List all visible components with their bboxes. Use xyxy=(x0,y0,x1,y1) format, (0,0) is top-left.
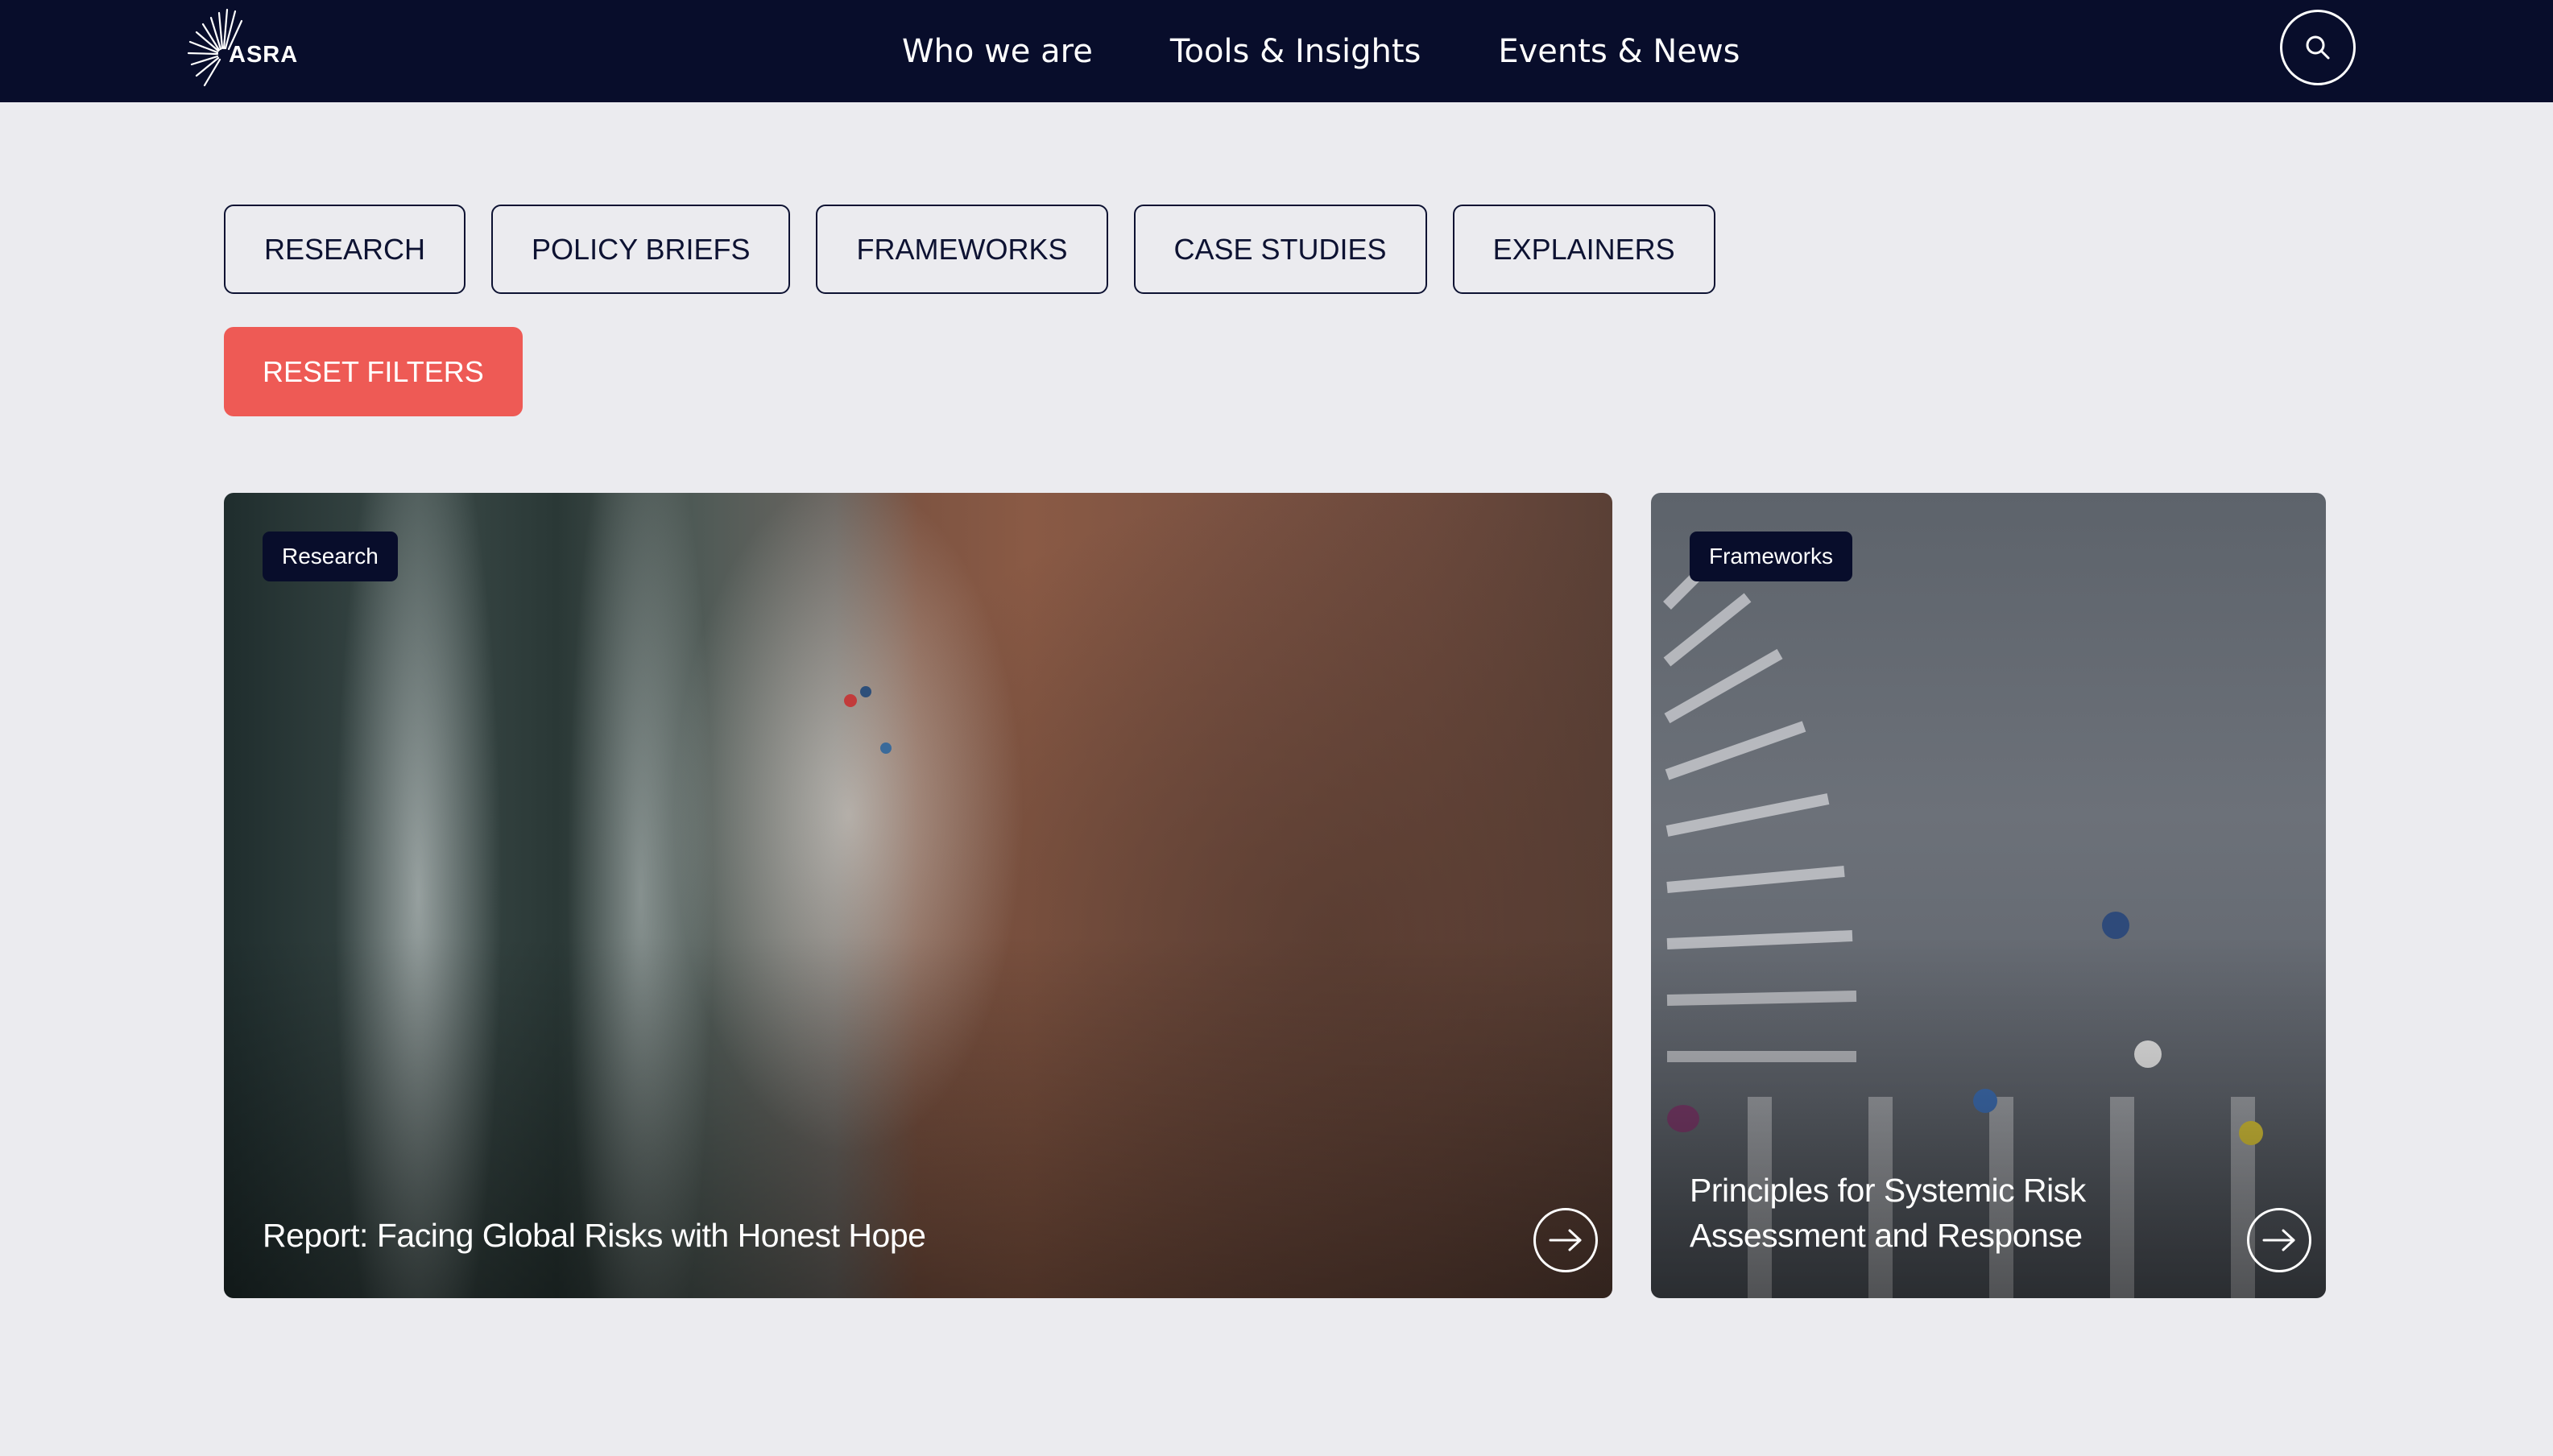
filter-case-studies-button[interactable]: CASE STUDIES xyxy=(1133,205,1427,294)
filter-explainers-button[interactable]: EXPLAINERS xyxy=(1452,205,1715,294)
arrow-right-icon xyxy=(1549,1229,1582,1251)
category-badge: Frameworks xyxy=(1690,532,1853,581)
nav-who-we-are[interactable]: Who we are xyxy=(902,33,1093,70)
category-badge: Research xyxy=(263,532,398,581)
card-title[interactable]: Principles for Systemic Risk Assessment … xyxy=(1690,1168,2141,1258)
card-research[interactable]: Research Report: Facing Global Risks wit… xyxy=(224,493,1612,1298)
search-button[interactable] xyxy=(2280,10,2356,85)
filter-frameworks-button[interactable]: FRAMEWORKS xyxy=(816,205,1108,294)
reset-filters-button[interactable]: RESET FILTERS xyxy=(224,327,523,416)
main-nav: Who we are Tools & Insights Events & New… xyxy=(902,0,1740,102)
card-shade xyxy=(224,493,1612,1298)
arrow-right-icon xyxy=(2262,1229,2295,1251)
logo-text: ASRA xyxy=(229,42,299,68)
asra-logo[interactable]: ASRA xyxy=(187,6,300,95)
card-title[interactable]: Report: Facing Global Risks with Honest … xyxy=(263,1213,1390,1258)
site-header: ASRA Who we are Tools & Insights Events … xyxy=(0,0,2553,102)
filter-research-button[interactable]: RESEARCH xyxy=(224,205,466,294)
filter-policy-briefs-button[interactable]: POLICY BRIEFS xyxy=(491,205,791,294)
card-arrow-button[interactable] xyxy=(2247,1208,2311,1272)
card-frameworks[interactable]: Frameworks Principles for Systemic Risk … xyxy=(1651,493,2326,1298)
search-icon xyxy=(2306,35,2330,60)
card-arrow-button[interactable] xyxy=(1533,1208,1598,1272)
nav-tools-insights[interactable]: Tools & Insights xyxy=(1170,33,1421,70)
nav-events-news[interactable]: Events & News xyxy=(1498,33,1740,70)
filter-bar: RESEARCH POLICY BRIEFS FRAMEWORKS CASE S… xyxy=(224,205,1741,294)
